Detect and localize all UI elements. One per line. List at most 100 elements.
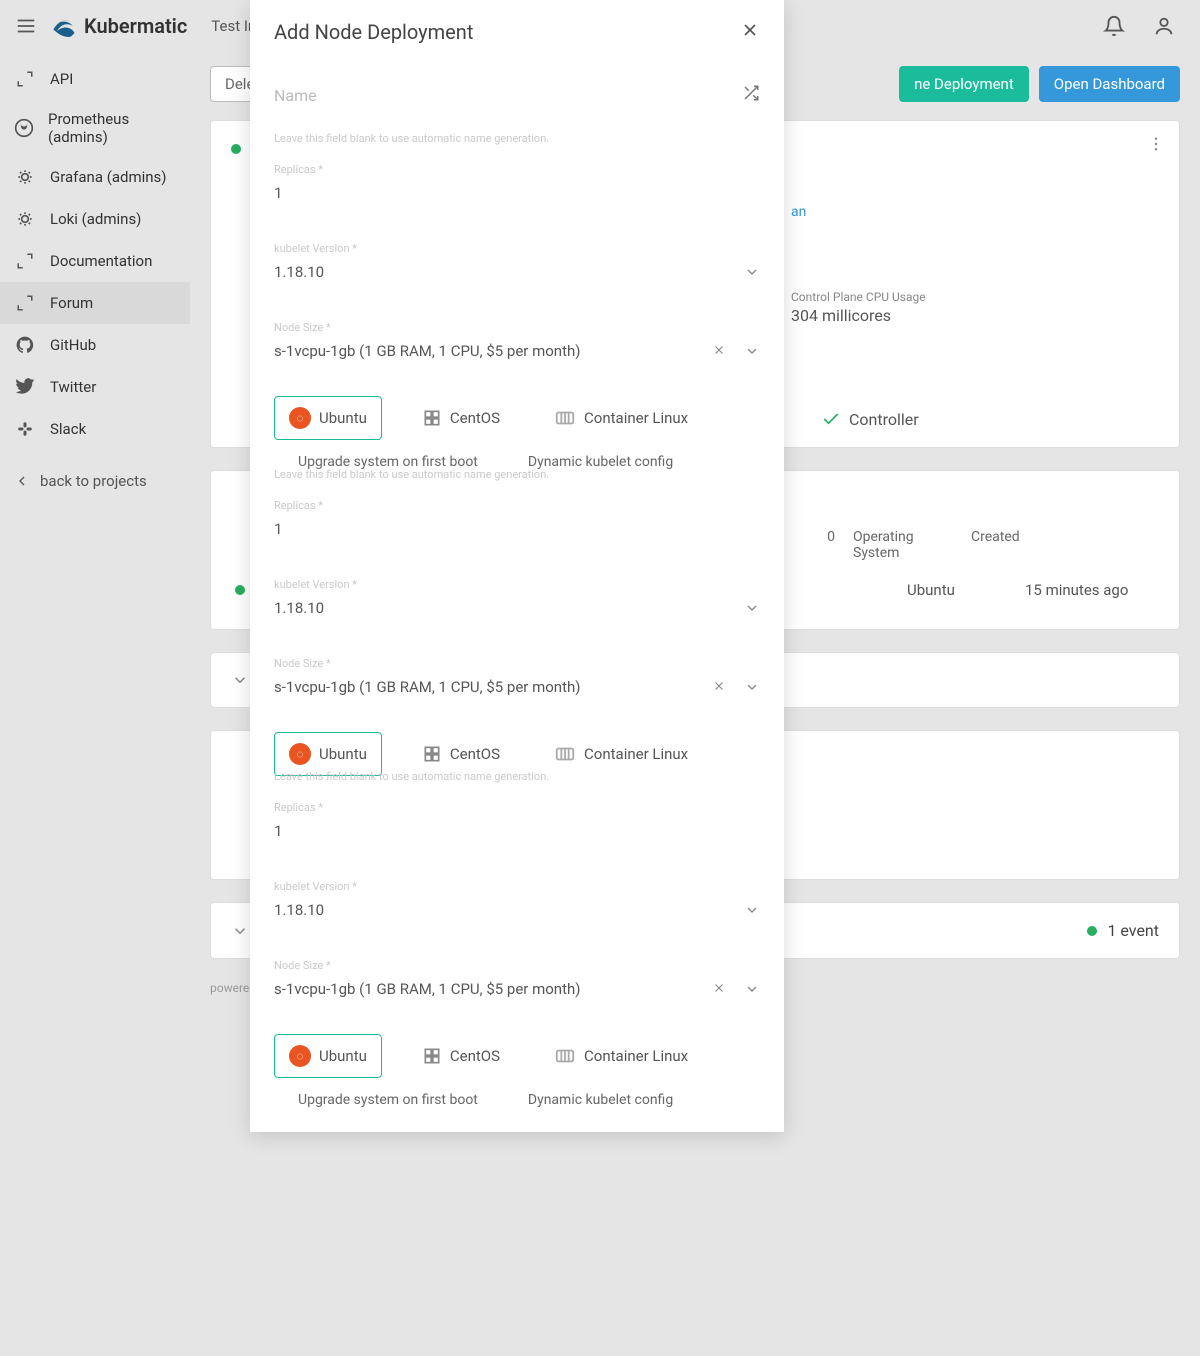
status-dot	[1087, 926, 1097, 936]
expand-icon	[14, 292, 36, 314]
os-option-ubuntu[interactable]: ◌ Ubuntu	[274, 396, 382, 440]
region-link[interactable]: an	[791, 204, 1159, 220]
node-size-select[interactable]: s-1vcpu-1gb (1 GB RAM, 1 CPU, $5 per mon…	[274, 980, 760, 998]
twitter-icon	[14, 376, 36, 398]
brand[interactable]: Kubermatic	[50, 12, 187, 40]
metric-value: 304 millicores	[791, 306, 926, 325]
sidebar-item-label: Twitter	[50, 378, 96, 396]
table-head-created: Created	[971, 529, 1101, 561]
prometheus-icon	[14, 117, 34, 139]
sidebar-item-label: Grafana (admins)	[50, 168, 167, 186]
os-option-ubuntu[interactable]: ◌Ubuntu	[274, 1034, 382, 1078]
node-size-select[interactable]: s-1vcpu-1gb (1 GB RAM, 1 CPU, $5 per mon…	[274, 342, 760, 360]
controller-label: Controller	[849, 410, 919, 429]
sidebar-item-github[interactable]: GitHub	[0, 324, 190, 366]
account-button[interactable]	[1148, 10, 1180, 42]
sidebar-item-label: Loki (admins)	[50, 210, 141, 228]
table-head-os: Operating System	[853, 529, 953, 561]
os-option-centos[interactable]: CentOS	[408, 1036, 514, 1076]
container-linux-icon	[554, 743, 576, 765]
sidebar-item-documentation[interactable]: Documentation	[0, 240, 190, 282]
dialog-close-button[interactable]	[740, 20, 760, 44]
clear-icon[interactable]	[712, 981, 726, 995]
chevron-down-icon	[744, 600, 760, 616]
chevron-down-icon[interactable]	[231, 922, 249, 940]
grafana-icon	[14, 166, 36, 188]
notifications-button[interactable]	[1098, 10, 1130, 42]
name-helper: Leave this field blank to use automatic …	[274, 468, 760, 481]
chevron-down-icon	[744, 902, 760, 918]
back-to-projects[interactable]: back to projects	[0, 458, 190, 504]
config-dynamic-kubelet[interactable]: Dynamic kubelet config	[528, 1092, 673, 1108]
kubelet-version-label: kubelet Version *	[274, 242, 760, 255]
chevron-left-icon	[14, 473, 30, 489]
expand-icon	[14, 250, 36, 272]
sidebar-item-loki[interactable]: Loki (admins)	[0, 198, 190, 240]
name-helper: Leave this field blank to use automatic …	[274, 132, 760, 145]
node-size-select[interactable]: s-1vcpu-1gb (1 GB RAM, 1 CPU, $5 per mon…	[274, 678, 760, 696]
replicas-input[interactable]: 1	[274, 184, 760, 202]
config-dynamic-kubelet[interactable]: Dynamic kubelet config	[528, 454, 673, 470]
open-dashboard-button[interactable]: Open Dashboard	[1039, 66, 1180, 102]
clear-icon[interactable]	[712, 679, 726, 693]
os-option-container-linux[interactable]: Container Linux	[540, 1035, 702, 1077]
check-icon	[821, 409, 841, 429]
sidebar-item-label: Forum	[50, 294, 93, 312]
centos-icon	[422, 744, 442, 764]
os-option-centos[interactable]: CentOS	[408, 734, 514, 774]
replicas-input[interactable]: 1	[274, 520, 760, 538]
metric-label: Control Plane CPU Usage	[791, 290, 926, 304]
chevron-down-icon	[744, 264, 760, 280]
kubelet-version-label: kubelet Version *	[274, 880, 760, 893]
os-option-container-linux[interactable]: Container Linux	[540, 733, 702, 775]
expand-icon	[14, 68, 36, 90]
centos-icon	[422, 1046, 442, 1066]
sidebar-item-forum[interactable]: Forum	[0, 282, 190, 324]
kubermatic-logo-icon	[50, 12, 78, 40]
chevron-down-icon	[744, 679, 760, 695]
ubuntu-icon: ◌	[289, 1045, 311, 1067]
centos-icon	[422, 408, 442, 428]
back-label: back to projects	[40, 472, 147, 490]
replicas-input[interactable]: 1	[274, 822, 760, 840]
sidebar-item-twitter[interactable]: Twitter	[0, 366, 190, 408]
row-os: Ubuntu	[907, 581, 1007, 599]
loki-icon	[14, 208, 36, 230]
os-option-centos[interactable]: CentOS	[408, 398, 514, 438]
config-upgrade-on-boot[interactable]: Upgrade system on first boot	[298, 1092, 478, 1108]
sidebar-item-label: API	[50, 70, 73, 88]
add-machine-deployment-button[interactable]: ne Deployment	[899, 66, 1029, 102]
kubelet-version-label: kubelet Version *	[274, 578, 760, 591]
sidebar: API Prometheus (admins) Grafana (admins)…	[0, 52, 190, 1356]
slack-icon	[14, 418, 36, 440]
menu-button[interactable]	[10, 10, 42, 42]
sidebar-item-grafana[interactable]: Grafana (admins)	[0, 156, 190, 198]
kubelet-version-select[interactable]: 1.18.10	[274, 901, 760, 919]
sidebar-item-label: GitHub	[50, 336, 96, 354]
card-menu-button[interactable]	[1147, 135, 1165, 157]
chevron-down-icon	[744, 343, 760, 359]
sidebar-item-slack[interactable]: Slack	[0, 408, 190, 450]
kubelet-version-select[interactable]: 1.18.10	[274, 599, 760, 617]
randomize-name-button[interactable]	[742, 84, 760, 106]
add-node-deployment-dialog: Add Node Deployment Name Leave this fiel…	[250, 0, 784, 1132]
sidebar-item-prometheus[interactable]: Prometheus (admins)	[0, 100, 190, 156]
sidebar-item-api[interactable]: API	[0, 58, 190, 100]
github-icon	[14, 334, 36, 356]
brand-text: Kubermatic	[84, 14, 187, 38]
ubuntu-icon: ◌	[289, 743, 311, 765]
clear-icon[interactable]	[712, 343, 726, 357]
sidebar-item-label: Documentation	[50, 252, 152, 270]
replicas-label: Replicas *	[274, 499, 760, 512]
chevron-down-icon[interactable]	[231, 671, 249, 689]
name-field-label: Name	[274, 86, 317, 105]
os-option-container-linux[interactable]: Container Linux	[540, 397, 702, 439]
dialog-title: Add Node Deployment	[274, 20, 473, 44]
sidebar-item-label: Slack	[50, 420, 86, 438]
replicas-label: Replicas *	[274, 801, 760, 814]
kubelet-version-select[interactable]: 1.18.10	[274, 263, 760, 281]
container-linux-icon	[554, 407, 576, 429]
sidebar-item-label: Prometheus (admins)	[48, 110, 176, 146]
container-linux-icon	[554, 1045, 576, 1067]
events-label: 1 event	[1107, 921, 1159, 940]
